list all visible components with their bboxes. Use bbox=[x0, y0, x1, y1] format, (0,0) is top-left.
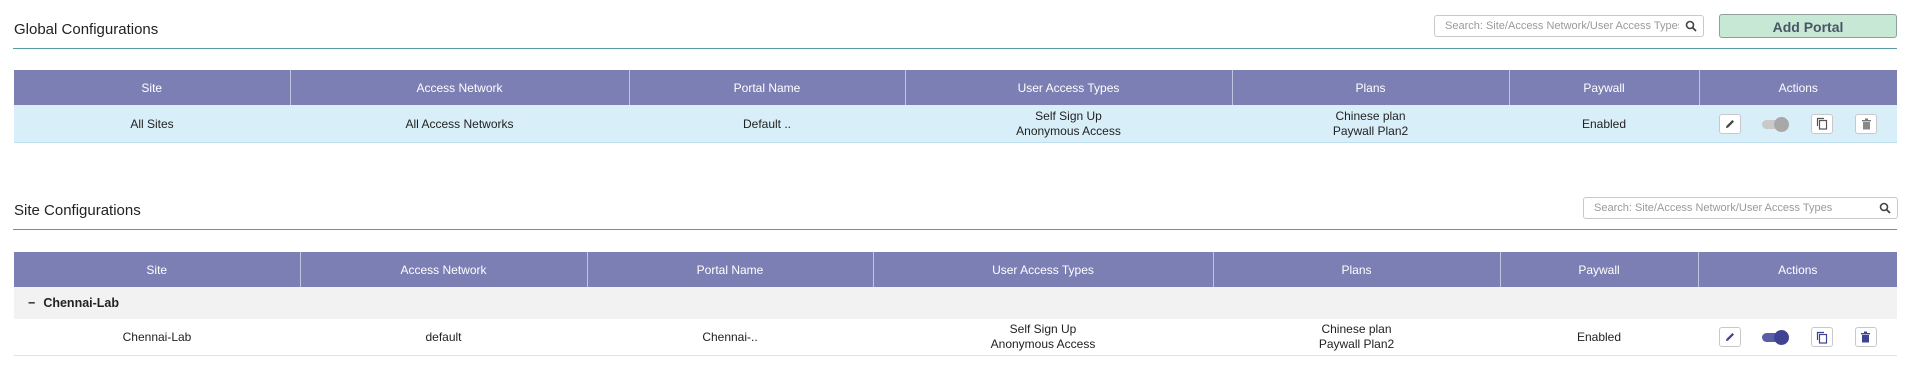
column-header-plans[interactable]: Plans bbox=[1213, 252, 1501, 287]
cell-plans: Chinese plan Paywall Plan2 bbox=[1213, 319, 1500, 356]
edit-button[interactable] bbox=[1718, 327, 1741, 347]
edit-button[interactable] bbox=[1719, 113, 1741, 134]
cell-user-access-types: Self Sign Up Anonymous Access bbox=[905, 105, 1232, 143]
column-header-user-access-types[interactable]: User Access Types bbox=[905, 70, 1233, 105]
cell-portal-name: Chennai-.. bbox=[587, 319, 873, 356]
column-header-portal-name[interactable]: Portal Name bbox=[629, 70, 906, 105]
plan-name: Chinese plan bbox=[1335, 108, 1406, 123]
site-search-input[interactable] bbox=[1592, 201, 1875, 215]
column-header-actions: Actions bbox=[1698, 252, 1897, 287]
user-access-type: Anonymous Access bbox=[1016, 123, 1121, 138]
add-portal-button[interactable]: Add Portal bbox=[1719, 14, 1897, 38]
trash-icon bbox=[1861, 118, 1871, 129]
group-row-chennai-lab[interactable]: − Chennai-Lab bbox=[14, 287, 1897, 319]
group-name: Chennai-Lab bbox=[43, 296, 120, 310]
group-header[interactable]: − Chennai-Lab bbox=[14, 287, 1897, 319]
global-configurations-title: Global Configurations bbox=[14, 21, 159, 38]
portal-toggle-switch[interactable] bbox=[1762, 116, 1790, 132]
site-divider bbox=[13, 229, 1897, 230]
cell-site: Chennai-Lab bbox=[14, 319, 300, 356]
delete-button[interactable] bbox=[1855, 113, 1877, 134]
cell-paywall: Enabled bbox=[1500, 319, 1698, 356]
cell-access-network: default bbox=[300, 319, 587, 356]
column-header-access-network[interactable]: Access Network bbox=[300, 252, 588, 287]
global-divider bbox=[13, 48, 1897, 49]
cell-user-access-types: Self Sign Up Anonymous Access bbox=[873, 319, 1213, 356]
copy-icon bbox=[1816, 331, 1827, 344]
column-header-actions: Actions bbox=[1699, 70, 1897, 105]
search-icon[interactable] bbox=[1685, 20, 1697, 32]
copy-button[interactable] bbox=[1810, 327, 1833, 347]
column-header-access-network[interactable]: Access Network bbox=[290, 70, 630, 105]
column-header-site[interactable]: Site bbox=[14, 252, 301, 287]
global-search-box[interactable] bbox=[1434, 15, 1704, 37]
column-header-paywall[interactable]: Paywall bbox=[1509, 70, 1700, 105]
pencil-icon bbox=[1725, 333, 1734, 341]
column-header-portal-name[interactable]: Portal Name bbox=[587, 252, 874, 287]
cell-actions bbox=[1698, 319, 1897, 356]
table-row[interactable]: All Sites All Access Networks Default ..… bbox=[14, 105, 1897, 143]
site-search-box[interactable] bbox=[1583, 197, 1898, 219]
table-row[interactable]: Chennai-Lab default Chennai-.. Self Sign… bbox=[14, 319, 1897, 356]
site-configurations-title: Site Configurations bbox=[14, 202, 141, 219]
delete-button[interactable] bbox=[1854, 327, 1877, 347]
column-header-site[interactable]: Site bbox=[14, 70, 291, 105]
global-search-input[interactable] bbox=[1443, 19, 1681, 33]
search-icon[interactable] bbox=[1879, 202, 1891, 214]
user-access-type: Anonymous Access bbox=[990, 337, 1096, 351]
copy-button[interactable] bbox=[1811, 113, 1833, 134]
cell-site: All Sites bbox=[14, 105, 290, 143]
cell-access-network: All Access Networks bbox=[290, 105, 629, 143]
site-config-table: Site Access Network Portal Name User Acc… bbox=[14, 252, 1897, 356]
trash-icon bbox=[1861, 331, 1870, 343]
plan-name: Paywall Plan2 bbox=[1332, 123, 1409, 138]
global-config-table: Site Access Network Portal Name User Acc… bbox=[14, 70, 1897, 143]
cell-paywall: Enabled bbox=[1509, 105, 1699, 143]
plan-name: Paywall Plan2 bbox=[1318, 337, 1395, 351]
cell-portal-name: Default .. bbox=[629, 105, 905, 143]
user-access-type: Self Sign Up bbox=[1035, 108, 1102, 123]
column-header-paywall[interactable]: Paywall bbox=[1500, 252, 1699, 287]
plan-name: Chinese plan bbox=[1321, 322, 1392, 336]
cell-actions bbox=[1699, 105, 1897, 143]
portal-toggle-switch[interactable] bbox=[1761, 330, 1790, 345]
table-header-row: Site Access Network Portal Name User Acc… bbox=[14, 252, 1897, 287]
table-header-row: Site Access Network Portal Name User Acc… bbox=[14, 70, 1897, 105]
column-header-plans[interactable]: Plans bbox=[1232, 70, 1510, 105]
cell-plans: Chinese plan Paywall Plan2 bbox=[1232, 105, 1509, 143]
user-access-type: Self Sign Up bbox=[1009, 322, 1077, 336]
column-header-user-access-types[interactable]: User Access Types bbox=[873, 252, 1214, 287]
copy-icon bbox=[1816, 117, 1828, 130]
collapse-icon[interactable]: − bbox=[28, 296, 35, 310]
pencil-icon bbox=[1726, 119, 1734, 128]
